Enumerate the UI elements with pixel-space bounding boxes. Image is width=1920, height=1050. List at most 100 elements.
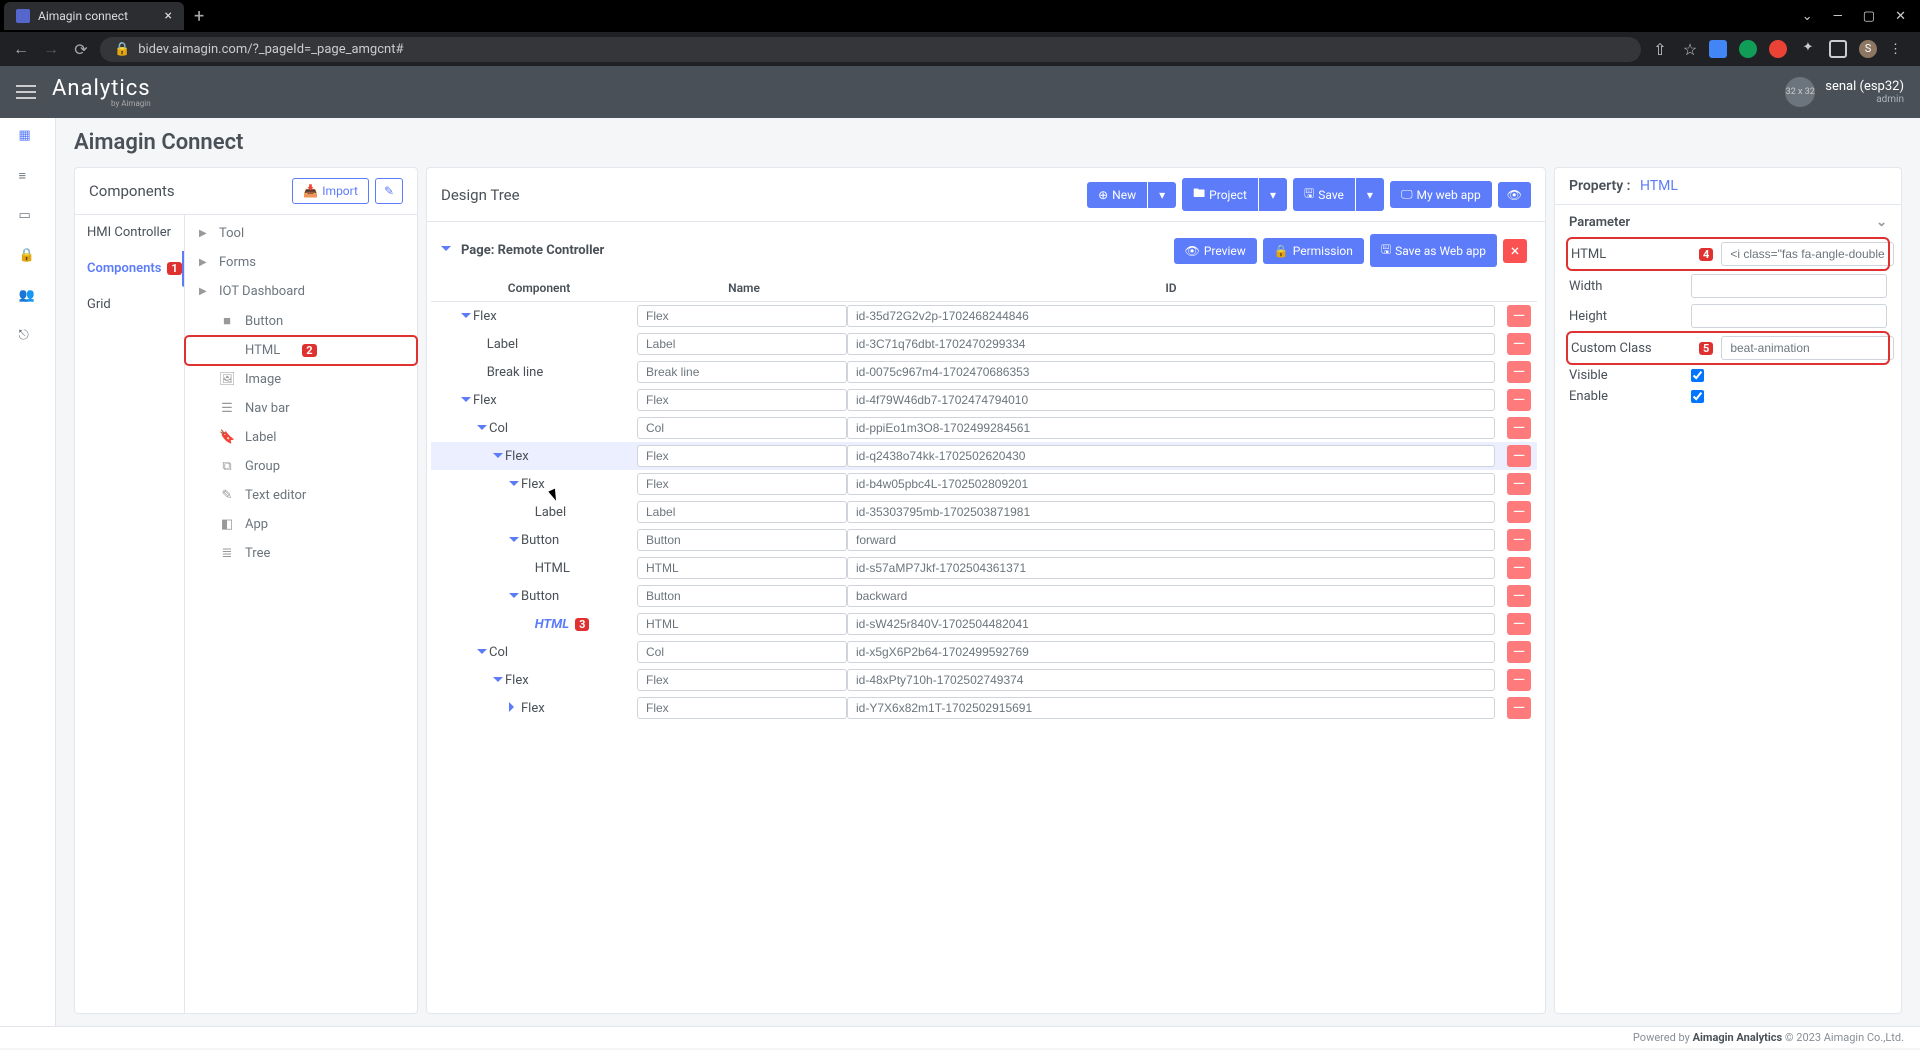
- tree-caret-icon[interactable]: [509, 537, 519, 547]
- address-bar[interactable]: 🔒 bidev.aimagin.com/?_pageId=_page_amgcn…: [100, 37, 1641, 62]
- star-icon[interactable]: ☆: [1679, 40, 1701, 59]
- forward-button[interactable]: →: [40, 39, 62, 59]
- tree-name-input[interactable]: [637, 501, 847, 523]
- tree-row[interactable]: Flex—: [431, 302, 1537, 330]
- delete-row-button[interactable]: —: [1507, 501, 1531, 523]
- tree-id-input[interactable]: [847, 557, 1495, 579]
- delete-row-button[interactable]: —: [1507, 669, 1531, 691]
- component-item-forms[interactable]: ▶Forms: [185, 248, 417, 277]
- component-item-iot-dashboard[interactable]: ▶IOT Dashboard: [185, 277, 417, 306]
- component-item-image[interactable]: 🖼Image: [185, 365, 417, 394]
- tree-id-input[interactable]: [847, 585, 1495, 607]
- tree-caret-icon[interactable]: [477, 425, 487, 435]
- savewebapp-button[interactable]: 🖫 Save as Web app: [1370, 234, 1497, 267]
- permission-button[interactable]: 🔒 Permission: [1263, 238, 1364, 264]
- tree-caret-icon[interactable]: [461, 397, 471, 407]
- tree-name-input[interactable]: [637, 305, 847, 327]
- tree-id-input[interactable]: [847, 641, 1495, 663]
- tree-name-input[interactable]: [637, 529, 847, 551]
- tree-row[interactable]: Flex—: [431, 666, 1537, 694]
- delete-row-button[interactable]: —: [1507, 473, 1531, 495]
- tree-row[interactable]: Break line—: [431, 358, 1537, 386]
- tree-name-input[interactable]: [637, 389, 847, 411]
- close-icon[interactable]: ×: [165, 8, 172, 24]
- tree-name-input[interactable]: [637, 697, 847, 719]
- delete-row-button[interactable]: —: [1507, 445, 1531, 467]
- tree-row[interactable]: Flex—: [431, 470, 1537, 498]
- left-tab-grid[interactable]: Grid: [75, 287, 184, 323]
- tree-name-input[interactable]: [637, 361, 847, 383]
- back-button[interactable]: ←: [10, 39, 32, 59]
- tree-row[interactable]: HTML3—: [431, 610, 1537, 638]
- delete-row-button[interactable]: —: [1507, 557, 1531, 579]
- project-dropdown[interactable]: ▾: [1259, 178, 1287, 211]
- delete-row-button[interactable]: —: [1507, 361, 1531, 383]
- edit-button[interactable]: ✎: [375, 178, 403, 204]
- extensions-icon[interactable]: ✦: [1799, 40, 1817, 58]
- user-menu[interactable]: 32 x 32 senal (esp32) admin: [1785, 77, 1904, 107]
- tree-id-input[interactable]: [847, 501, 1495, 523]
- tree-row[interactable]: Col—: [431, 638, 1537, 666]
- new-button[interactable]: ⊕ New: [1087, 182, 1147, 208]
- tree-name-input[interactable]: [637, 585, 847, 607]
- users-icon[interactable]: 👥: [19, 288, 37, 306]
- tree-id-input[interactable]: [847, 389, 1495, 411]
- tree-id-input[interactable]: [847, 333, 1495, 355]
- tree-name-input[interactable]: [637, 445, 847, 467]
- param-input[interactable]: [1721, 336, 1894, 360]
- exit-icon[interactable]: ⎋: [19, 328, 37, 346]
- tree-caret-icon[interactable]: [461, 313, 471, 323]
- component-item-tool[interactable]: ▶Tool: [185, 219, 417, 248]
- delete-row-button[interactable]: —: [1507, 613, 1531, 635]
- menu-toggle[interactable]: [16, 85, 36, 99]
- tree-caret-icon[interactable]: [509, 481, 519, 491]
- tree-id-input[interactable]: [847, 529, 1495, 551]
- maximize-icon[interactable]: ▢: [1863, 9, 1875, 24]
- preview-icon-button[interactable]: 👁: [1498, 182, 1531, 208]
- delete-row-button[interactable]: —: [1507, 333, 1531, 355]
- tree-id-input[interactable]: [847, 361, 1495, 383]
- component-item-text-editor[interactable]: ✎Text editor: [185, 481, 417, 510]
- server-icon[interactable]: ▭: [19, 208, 37, 226]
- delete-row-button[interactable]: —: [1507, 585, 1531, 607]
- chevron-down-icon[interactable]: ⌄: [1876, 215, 1887, 230]
- chevron-down-icon[interactable]: ⌄: [1802, 9, 1813, 24]
- database-icon[interactable]: ≡: [19, 168, 37, 186]
- tree-row[interactable]: Label—: [431, 498, 1537, 526]
- left-tab-components[interactable]: Components1: [75, 251, 184, 287]
- new-dropdown[interactable]: ▾: [1148, 182, 1176, 208]
- tree-row[interactable]: Flex—: [431, 694, 1537, 722]
- param-input[interactable]: [1691, 304, 1887, 328]
- browser-tab[interactable]: Aimagin connect ×: [4, 2, 184, 30]
- tree-id-input[interactable]: [847, 473, 1495, 495]
- tree-name-input[interactable]: [637, 613, 847, 635]
- tree-name-input[interactable]: [637, 669, 847, 691]
- extension-icon[interactable]: [1709, 40, 1727, 58]
- mywebapp-button[interactable]: 🖵 My web app: [1390, 181, 1492, 208]
- component-item-nav-bar[interactable]: ☰Nav bar: [185, 394, 417, 423]
- tree-name-input[interactable]: [637, 417, 847, 439]
- tree-caret-icon[interactable]: [509, 702, 519, 712]
- tree-id-input[interactable]: [847, 613, 1495, 635]
- reload-button[interactable]: ⟳: [70, 40, 92, 59]
- share-icon[interactable]: ⇧: [1649, 40, 1671, 59]
- delete-row-button[interactable]: —: [1507, 417, 1531, 439]
- tree-caret-icon[interactable]: [509, 593, 519, 603]
- project-button[interactable]: 🖿 Project: [1182, 178, 1258, 211]
- tree-row[interactable]: HTML—: [431, 554, 1537, 582]
- page-caret[interactable]: [441, 246, 451, 256]
- component-item-label[interactable]: 🔖Label: [185, 423, 417, 452]
- component-item-app[interactable]: ◧App: [185, 510, 417, 539]
- param-input[interactable]: [1691, 274, 1887, 298]
- tree-caret-icon[interactable]: [477, 649, 487, 659]
- component-item-button[interactable]: ■Button: [185, 306, 417, 336]
- component-item-html[interactable]: HTML2: [185, 336, 417, 365]
- tree-id-input[interactable]: [847, 305, 1495, 327]
- tree-name-input[interactable]: [637, 473, 847, 495]
- delete-page-button[interactable]: ×: [1503, 239, 1527, 263]
- tree-row[interactable]: Button—: [431, 582, 1537, 610]
- close-icon[interactable]: ✕: [1895, 9, 1906, 24]
- param-checkbox[interactable]: [1691, 390, 1704, 403]
- save-button[interactable]: 🖫 Save: [1293, 178, 1355, 211]
- document-icon[interactable]: ▦: [19, 128, 37, 146]
